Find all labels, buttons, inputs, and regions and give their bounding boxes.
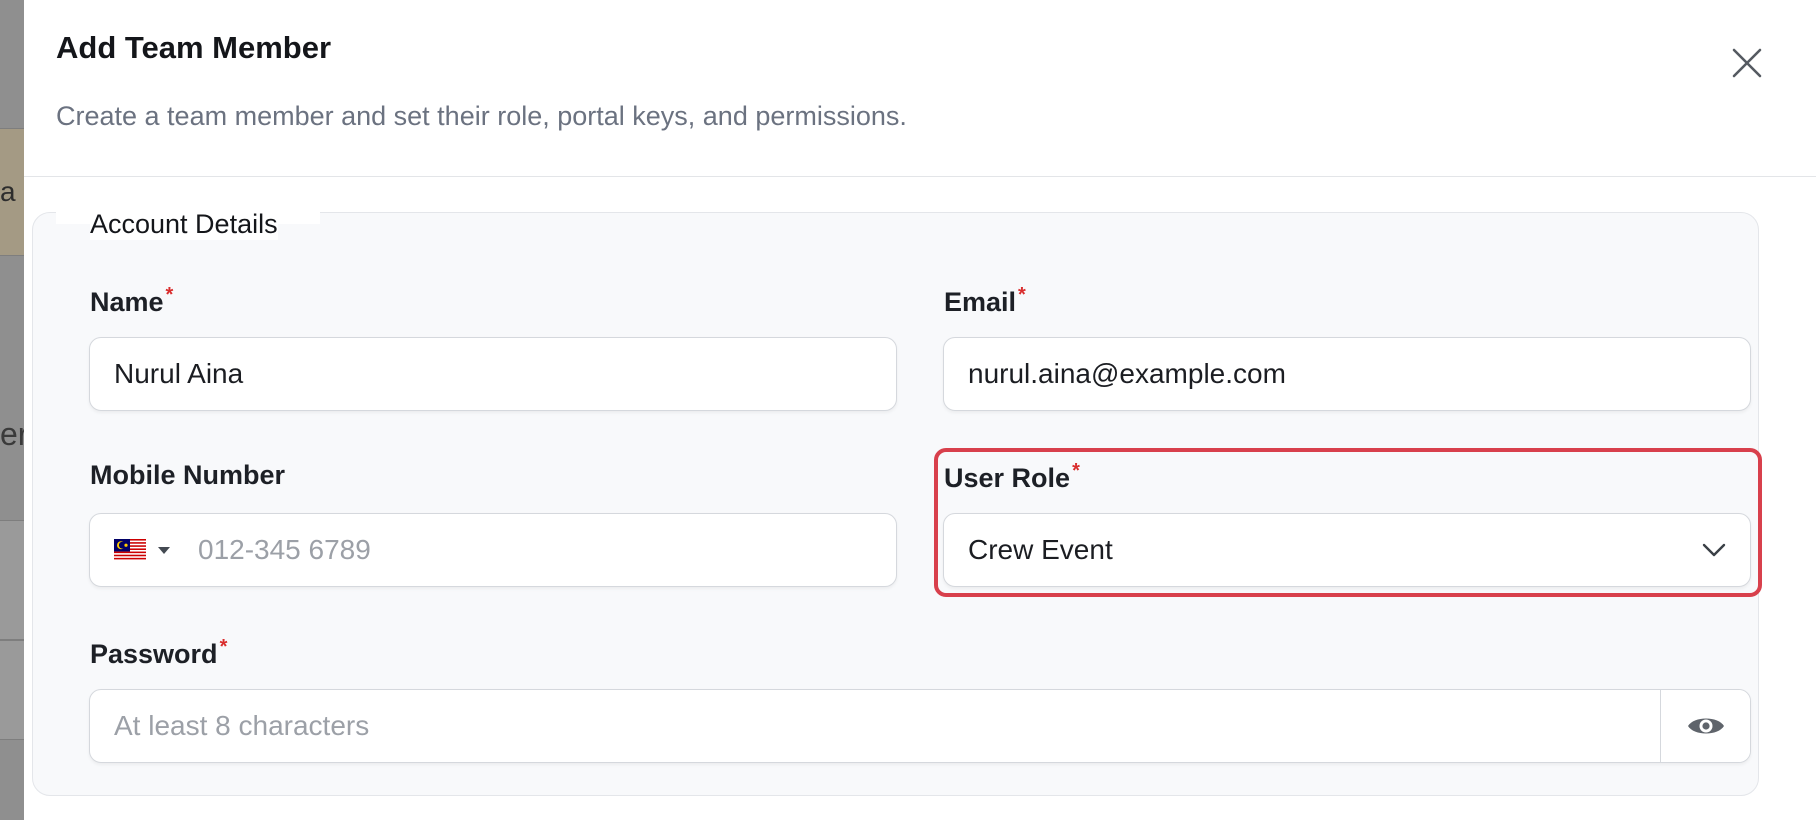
- required-marker: *: [165, 284, 174, 306]
- mobile-number-field[interactable]: 012-345 6789: [89, 513, 897, 587]
- background-row: [0, 640, 24, 740]
- name-value: Nurul Aina: [114, 358, 244, 389]
- email-label-text: Email: [944, 287, 1017, 317]
- name-label-text: Name: [90, 287, 164, 317]
- background-row: [0, 520, 24, 640]
- toggle-password-visibility-button[interactable]: [1660, 690, 1750, 762]
- required-marker: *: [1018, 284, 1026, 306]
- user-role-select[interactable]: Crew Event: [943, 513, 1751, 587]
- required-marker: *: [219, 636, 228, 658]
- mobile-label-text: Mobile Number: [90, 460, 286, 490]
- email-label: Email *: [944, 284, 1026, 318]
- user-role-selected-value: Crew Event: [968, 534, 1113, 565]
- eye-icon: [1687, 718, 1724, 734]
- password-label-text: Password: [90, 639, 218, 669]
- background-text-fragment: a: [0, 176, 16, 207]
- user-role-label: User Role *: [944, 460, 1080, 494]
- name-field[interactable]: Nurul Aina: [89, 337, 897, 411]
- user-role-label-text: User Role: [944, 463, 1071, 493]
- caret-down-icon: [158, 546, 170, 554]
- mobile-label: Mobile Number: [90, 460, 285, 491]
- name-label: Name *: [90, 284, 173, 318]
- required-marker: *: [1072, 460, 1080, 482]
- close-icon: [1732, 48, 1762, 78]
- malaysia-flag-icon: [114, 539, 146, 561]
- email-value: nurul.aina@example.com: [968, 358, 1286, 389]
- password-field[interactable]: At least 8 characters: [89, 689, 1751, 763]
- modal-header: Add Team Member Create a team member and…: [24, 0, 1816, 177]
- modal-subtitle: Create a team member and set their role,…: [56, 101, 907, 131]
- email-field[interactable]: nurul.aina@example.com: [943, 337, 1751, 411]
- country-code-selector[interactable]: [114, 539, 170, 561]
- modal-title: Add Team Member: [56, 30, 332, 65]
- background-page: a er: [0, 0, 28, 820]
- password-label: Password *: [90, 636, 227, 670]
- mobile-placeholder: 012-345 6789: [198, 534, 371, 565]
- close-button[interactable]: [1724, 40, 1770, 86]
- chevron-down-icon: [1702, 543, 1726, 557]
- password-placeholder: At least 8 characters: [114, 710, 370, 741]
- section-legend: Account Details: [90, 209, 278, 240]
